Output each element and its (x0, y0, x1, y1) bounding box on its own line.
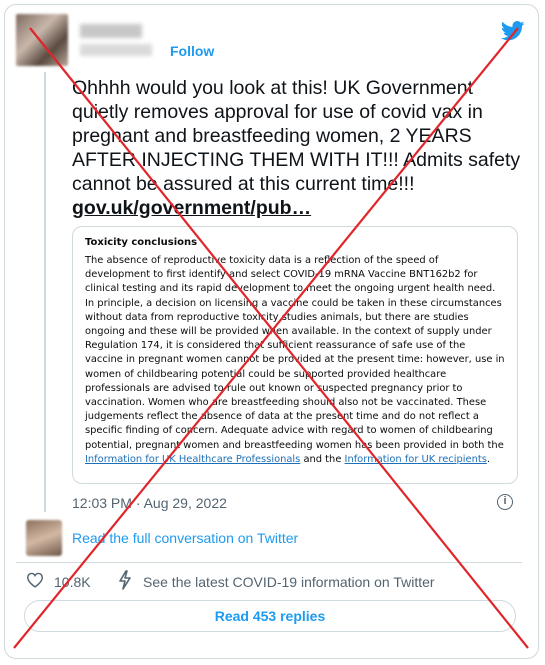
thread-line (44, 72, 46, 512)
info-icon[interactable]: i (497, 494, 513, 510)
link-uk-recipients[interactable]: Information for UK recipients (345, 454, 487, 465)
quote-title: Toxicity conclusions (85, 237, 198, 248)
read-replies-button[interactable]: Read 453 replies (24, 600, 516, 632)
tweet-timestamp[interactable]: 12:03 PM · Aug 29, 2022 (72, 495, 227, 511)
link-uk-healthcare-professionals[interactable]: Information for UK Healthcare Profession… (85, 454, 300, 465)
quoted-document-card[interactable]: Toxicity conclusions The absence of repr… (72, 226, 518, 484)
quote-and-text: and the (300, 453, 345, 465)
author-name-redacted (80, 24, 142, 38)
follow-button[interactable]: Follow (170, 43, 214, 59)
twitter-bird-icon[interactable] (501, 20, 525, 42)
author-avatar[interactable] (16, 14, 68, 66)
tweet-link[interactable]: gov.uk/government/pub… (72, 196, 522, 220)
tweet-text: Ohhhh would you look at this! UK Governm… (72, 76, 522, 220)
reply-avatar (26, 520, 62, 556)
quote-body: The absence of reproductive toxicity dat… (85, 254, 505, 467)
quote-end: . (486, 453, 490, 465)
covid-info-link[interactable]: See the latest COVID-19 information on T… (143, 574, 435, 590)
tweet-body: Ohhhh would you look at this! UK Governm… (72, 77, 521, 195)
author-handle-redacted (80, 44, 152, 56)
quote-body-text: The absence of reproductive toxicity dat… (85, 255, 505, 451)
like-count[interactable]: 10.8K (54, 574, 91, 590)
read-conversation-link[interactable]: Read the full conversation on Twitter (72, 530, 298, 546)
divider (16, 562, 522, 563)
heart-icon[interactable] (26, 572, 44, 588)
lightning-icon (119, 570, 131, 590)
